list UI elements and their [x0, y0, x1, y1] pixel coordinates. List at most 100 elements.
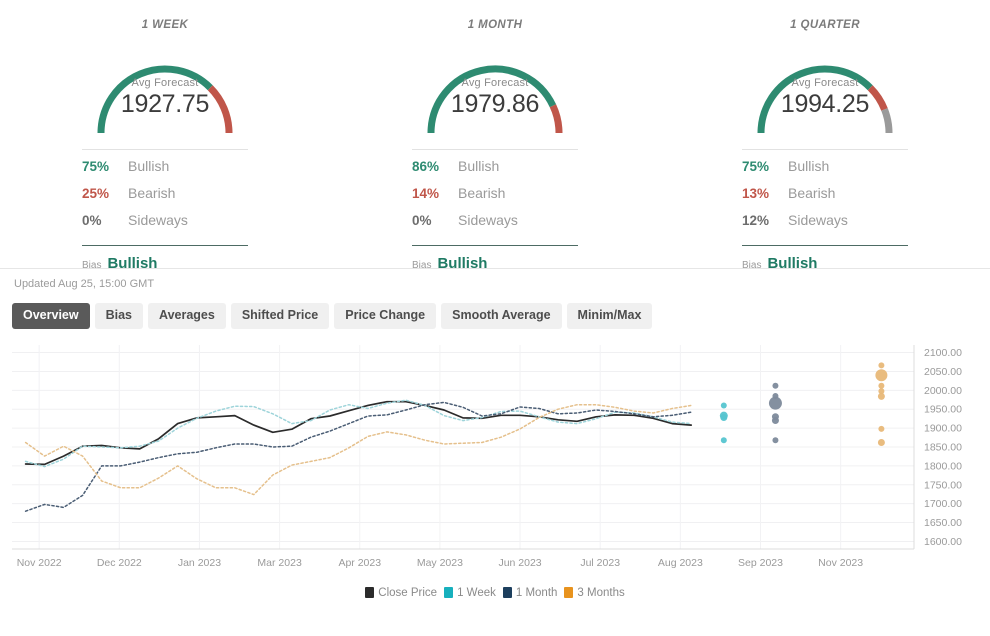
forecast-bubble-1-week [720, 401, 727, 408]
forecast-bubble-1-week [720, 413, 728, 421]
x-axis-tick-label: May 2023 [417, 557, 463, 569]
chart-svg: 1600.00 1650.00 1700.00 1750.00 1800.00 1850.… [12, 344, 962, 569]
bearish-label: Bearish [128, 185, 176, 201]
gauge-arc-svg [97, 65, 233, 134]
gauge-caption: Avg Forecast [461, 77, 529, 89]
bias-row: Bias Bullish [412, 255, 578, 272]
bearish-percent: 14% [412, 186, 440, 201]
legend-swatch-icon [564, 587, 574, 598]
bias-label: Bias [82, 260, 102, 271]
bearish-percent: 13% [742, 186, 770, 201]
stat-row-sideways: 12% Sideways [742, 212, 908, 239]
forecast-card-1-quarter: 1 QUARTER Avg Forecast 1994.25 75% Bulli… [660, 14, 990, 272]
x-axis-tick-label: Jul 2023 [580, 557, 620, 569]
bullish-label: Bullish [788, 158, 830, 174]
legend-item-close-price[interactable]: Close Price [365, 587, 437, 599]
legend-label: 3 Months [577, 586, 625, 599]
legend-item-3-months[interactable]: 3 Months [564, 586, 625, 599]
gauge-value: 1994.25 [780, 90, 870, 118]
forecast-bubble-1-month [772, 382, 779, 389]
bearish-percent: 25% [82, 186, 110, 201]
y-axis-tick-label: 1800.00 [924, 460, 962, 472]
y-axis-tick-label: 1700.00 [924, 498, 962, 510]
bias-row: Bias Bullish [742, 255, 908, 272]
forecast-cards: 1 WEEK Avg Forecast 1927.75 75% Bullish … [0, 0, 990, 272]
x-axis-tick-label: Jun 2023 [498, 557, 541, 569]
gauge-1-quarter: Avg Forecast 1994.25 [742, 41, 908, 137]
stat-row-sideways: 0% Sideways [412, 212, 578, 239]
bias-divider [412, 245, 578, 246]
bias-value: Bullish [437, 255, 488, 272]
forecast-bubble-1-month [768, 396, 782, 410]
forecast-bubble-1-month [771, 416, 779, 424]
y-axis-tick-label: 1750.00 [924, 479, 962, 491]
bearish-label: Bearish [458, 185, 506, 201]
forecast-bubble-3-months [875, 368, 888, 381]
y-axis-tick-label: 1950.00 [924, 403, 962, 415]
x-axis-tick-label: Mar 2023 [257, 557, 302, 569]
y-axis-tick-label: 2000.00 [924, 384, 962, 396]
tab-price-change[interactable]: Price Change [334, 303, 437, 329]
series-line-1-week [24, 398, 692, 467]
bias-label: Bias [742, 260, 762, 271]
x-axis-tick-label: Sep 2023 [738, 557, 783, 569]
series-line-close-price [24, 400, 693, 465]
legend-swatch-icon [444, 587, 454, 598]
x-axis-tick-label: Aug 2023 [658, 557, 703, 569]
bullish-label: Bullish [128, 158, 170, 174]
legend-label: 1 Month [515, 586, 558, 599]
forecast-bubble-3-months [878, 425, 885, 432]
stat-row-bullish: 75% Bullish [82, 158, 248, 185]
sentiment-stats: 86% Bullish 14% Bearish 0% Sideways [412, 149, 578, 239]
gauge-1-week: Avg Forecast 1927.75 [82, 41, 248, 137]
bias-divider [742, 245, 908, 246]
bias-value: Bullish [767, 255, 818, 272]
bias-label: Bias [412, 260, 432, 271]
sideways-percent: 12% [742, 213, 770, 228]
chart-legend: Close Price 1 Week 1 Month 3 Months [0, 587, 990, 599]
x-axis-tick-label: Apr 2023 [338, 557, 381, 569]
stat-row-bearish: 25% Bearish [82, 185, 248, 212]
sideways-label: Sideways [458, 212, 518, 228]
tab-overview[interactable]: Overview [12, 303, 90, 329]
legend-label: 1 Week [457, 586, 496, 599]
stat-row-bullish: 86% Bullish [412, 158, 578, 185]
bullish-percent: 75% [82, 159, 110, 174]
tab-averages[interactable]: Averages [148, 303, 226, 329]
stat-row-bearish: 13% Bearish [742, 185, 908, 212]
x-axis-tick-label: Nov 2022 [17, 557, 62, 569]
legend-swatch-icon [502, 587, 512, 598]
forecast-card-1-week: 1 WEEK Avg Forecast 1927.75 75% Bullish … [0, 14, 330, 272]
card-title: 1 QUARTER [790, 19, 860, 31]
gauge-value: 1979.86 [450, 90, 540, 118]
y-axis-tick-label: 1850.00 [924, 441, 962, 453]
chart-tabs: Overview Bias Averages Shifted Price Price C… [0, 290, 990, 329]
gauge-value: 1927.75 [120, 90, 210, 118]
legend-item-1-month[interactable]: 1 Month [502, 586, 558, 599]
tab-bias[interactable]: Bias [94, 303, 143, 329]
gauge-arc-svg [757, 65, 893, 134]
bullish-label: Bullish [458, 158, 500, 174]
stat-row-sideways: 0% Sideways [82, 212, 248, 239]
sideways-percent: 0% [82, 213, 102, 228]
tab-shifted-price[interactable]: Shifted Price [230, 303, 330, 329]
tab-smooth-average[interactable]: Smooth Average [441, 303, 562, 329]
legend-item-1-week[interactable]: 1 Week [444, 587, 496, 599]
sideways-percent: 0% [412, 213, 432, 228]
bullish-percent: 86% [412, 159, 440, 174]
forecast-chart: 1600.00 1650.00 1700.00 1750.00 1800.00 1850.… [0, 339, 990, 601]
bearish-label: Bearish [788, 185, 836, 201]
card-title: 1 MONTH [467, 19, 523, 31]
sentiment-stats: 75% Bullish 25% Bearish 0% Sideways [82, 149, 248, 239]
gauge-caption: Avg Forecast [131, 77, 199, 89]
sideways-label: Sideways [788, 212, 848, 228]
gauge-arc-svg [427, 65, 563, 134]
sentiment-stats: 75% Bullish 13% Bearish 12% Sideways [742, 149, 908, 239]
tab-minim-max[interactable]: Minim/Max [566, 303, 653, 329]
bias-value: Bullish [107, 255, 158, 272]
forecast-bubble-3-months [877, 392, 885, 400]
updated-timestamp: Updated Aug 25, 15:00 GMT [14, 278, 155, 290]
y-axis-tick-label: 1650.00 [924, 517, 962, 529]
gauge-1-month: Avg Forecast 1979.86 [412, 41, 578, 137]
y-axis-tick-label: 1900.00 [924, 422, 962, 434]
